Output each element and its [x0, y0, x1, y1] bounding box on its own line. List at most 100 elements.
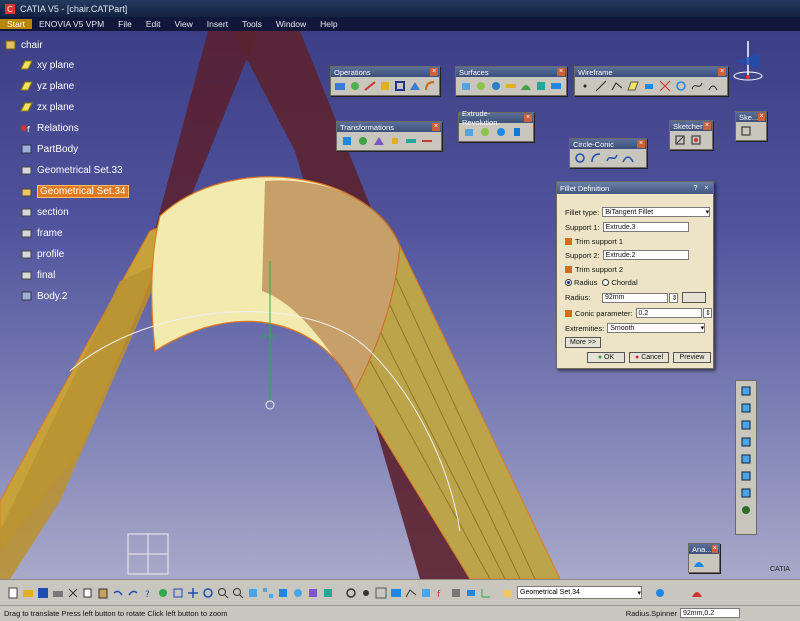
point-icon[interactable]	[578, 79, 592, 93]
polyline-icon[interactable]	[610, 79, 624, 93]
support1-field[interactable]: Extrude.3	[602, 222, 689, 232]
boundary-icon[interactable]	[393, 79, 406, 93]
spline-icon[interactable]	[690, 79, 704, 93]
scaling-icon[interactable]	[388, 134, 402, 148]
toolbar-wireframe[interactable]: Wireframe ×	[574, 66, 728, 96]
close-icon[interactable]: ×	[711, 545, 718, 553]
toolbar-views-vertical[interactable]	[735, 380, 757, 535]
tree-item-body-2[interactable]: Body.2	[20, 290, 67, 302]
fillet-icon[interactable]	[423, 79, 436, 93]
translate-icon[interactable]	[340, 134, 354, 148]
close-icon[interactable]: ×	[718, 68, 726, 76]
toolbar-circle-conic[interactable]: Circle-Conic ×	[569, 138, 647, 168]
swap-space-icon[interactable]	[321, 586, 335, 600]
sphere-icon[interactable]	[489, 79, 502, 93]
grid-icon[interactable]	[374, 586, 388, 600]
symmetry-icon[interactable]	[372, 134, 386, 148]
offset-icon[interactable]	[504, 79, 517, 93]
tree-item-zx-plane[interactable]: zx plane	[20, 101, 74, 113]
sphere-tool-icon[interactable]	[494, 125, 508, 139]
toolbar-transformations[interactable]: Transformations ×	[336, 121, 442, 151]
toolbar-surfaces[interactable]: Surfaces ×	[455, 66, 567, 96]
toolbar-operations[interactable]: Operations ×	[330, 66, 440, 96]
formula-icon[interactable]	[449, 586, 463, 600]
snap-icon[interactable]	[653, 586, 667, 600]
toolbar-ske[interactable]: Ske... ×	[735, 111, 767, 141]
trim-support2-checkbox[interactable]	[565, 266, 572, 273]
tree-item-geometrical-set-34[interactable]: Geometrical Set.34	[20, 185, 129, 198]
rotate-icon[interactable]	[356, 134, 370, 148]
new-icon[interactable]	[6, 586, 20, 600]
join-icon[interactable]	[334, 79, 347, 93]
back-view-icon[interactable]	[739, 418, 753, 432]
left-view-icon[interactable]	[739, 435, 753, 449]
conic-input[interactable]: 0.2	[635, 308, 702, 318]
circle-icon[interactable]	[674, 79, 688, 93]
pan-icon[interactable]	[186, 586, 200, 600]
menu-edit[interactable]: Edit	[139, 19, 168, 29]
cancel-button[interactable]: ● Cancel	[629, 352, 669, 363]
rotate-view-icon[interactable]	[201, 586, 215, 600]
toolbar-sketcher[interactable]: Sketcher ×	[669, 120, 713, 150]
front-view-icon[interactable]	[739, 401, 753, 415]
menu-start[interactable]: Start	[0, 19, 32, 29]
paste-icon[interactable]	[96, 586, 110, 600]
menu-enovia[interactable]: ENOVIA V5 VPM	[32, 19, 111, 29]
analysis-icon[interactable]	[692, 556, 706, 570]
iso-view-icon[interactable]	[739, 384, 753, 398]
current-set-select[interactable]: Geometrical Set.34 ▾	[517, 586, 642, 599]
radius-input[interactable]: 92mm	[602, 292, 668, 303]
revolve-icon[interactable]	[474, 79, 487, 93]
extremities-select[interactable]: Smooth ▾	[607, 323, 706, 333]
healing-icon[interactable]	[349, 79, 362, 93]
parameters-icon[interactable]: f	[434, 586, 448, 600]
extrude-icon[interactable]	[459, 79, 472, 93]
menu-insert[interactable]: Insert	[200, 19, 235, 29]
conic-icon[interactable]	[621, 151, 635, 165]
revolution-tool-icon[interactable]	[478, 125, 492, 139]
plane-tool-icon[interactable]	[626, 79, 640, 93]
menu-tools[interactable]: Tools	[235, 19, 269, 29]
intersection-icon[interactable]	[658, 79, 672, 93]
measure-icon[interactable]	[359, 586, 373, 600]
sketcher-shortcut-icon[interactable]	[739, 124, 753, 138]
toolbar-extrude-revolution[interactable]: Extrude-Revolution ×	[458, 109, 534, 142]
radius-law-button[interactable]	[682, 292, 706, 303]
cylinder-tool-icon[interactable]	[510, 125, 524, 139]
menu-help[interactable]: Help	[313, 19, 344, 29]
support2-field[interactable]: Extrude.2	[602, 250, 689, 260]
close-icon[interactable]: ×	[524, 114, 532, 122]
extract-icon[interactable]	[408, 79, 421, 93]
corner-icon[interactable]	[589, 151, 603, 165]
tree-item-frame[interactable]: frame	[20, 227, 63, 239]
close-icon[interactable]: ×	[702, 184, 711, 193]
axis-to-axis-icon[interactable]	[420, 134, 434, 148]
affinity-icon[interactable]	[404, 134, 418, 148]
spinner-input[interactable]: 92mm,0.2	[680, 608, 740, 618]
preview-button[interactable]: Preview	[673, 352, 711, 363]
fillet-type-select[interactable]: BiTangent Fillet ▾	[602, 207, 711, 217]
normal-view-icon[interactable]	[246, 586, 260, 600]
multi-section-icon[interactable]	[550, 79, 563, 93]
close-icon[interactable]: ×	[557, 68, 565, 76]
close-icon[interactable]: ×	[637, 140, 645, 148]
zoom-out-icon[interactable]	[231, 586, 245, 600]
sketch-icon[interactable]	[673, 133, 687, 147]
iso-icon[interactable]	[276, 586, 290, 600]
conic-checkbox[interactable]	[565, 309, 572, 317]
named-views-icon[interactable]	[739, 503, 753, 517]
menu-window[interactable]: Window	[269, 19, 313, 29]
radius-spinner[interactable]: ⇕	[669, 292, 678, 303]
close-icon[interactable]: ×	[758, 113, 765, 121]
split-icon[interactable]	[364, 79, 377, 93]
fly-mode-icon[interactable]	[156, 586, 170, 600]
circle-tool-icon[interactable]	[573, 151, 587, 165]
positioned-sketch-icon[interactable]	[689, 133, 703, 147]
tree-item-xy-plane[interactable]: xy plane	[20, 59, 74, 71]
spiral-icon[interactable]	[344, 586, 358, 600]
table-icon[interactable]	[389, 586, 403, 600]
fit-all-icon[interactable]	[171, 586, 185, 600]
tree-item-relations[interactable]: f Relations	[20, 122, 79, 134]
law-icon[interactable]	[404, 586, 418, 600]
ok-button[interactable]: ● OK	[587, 352, 625, 363]
